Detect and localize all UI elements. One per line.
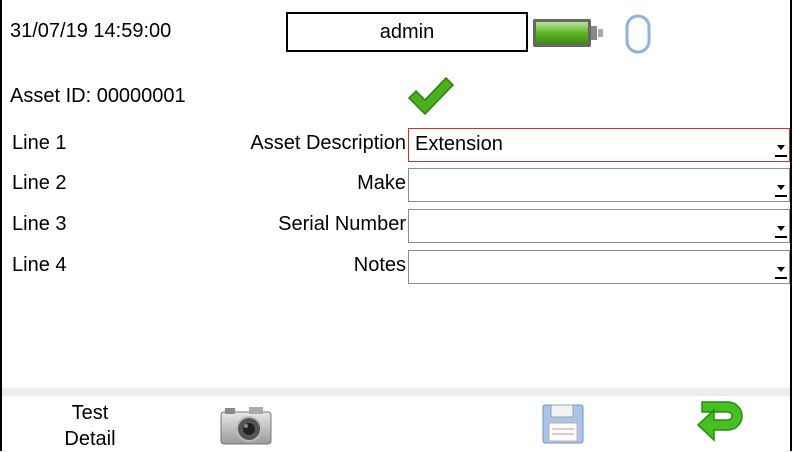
dropdown-arrow-icon[interactable] xyxy=(775,217,787,239)
field-label: Notes xyxy=(353,254,406,276)
dropdown-arrow-icon[interactable] xyxy=(775,176,787,198)
notes-dropdown[interactable] xyxy=(408,250,790,284)
make-dropdown[interactable] xyxy=(408,168,790,202)
user-label: admin xyxy=(379,20,435,43)
line-label: Line 4 xyxy=(12,254,67,276)
line-label: Line 1 xyxy=(12,132,67,154)
dropdown-arrow-icon[interactable] xyxy=(775,136,787,158)
dropdown-value: Extension xyxy=(415,133,503,155)
battery-icon xyxy=(532,17,604,54)
datetime-display: 31/07/19 14:59:00 xyxy=(10,20,172,42)
line-label: Line 2 xyxy=(12,172,67,194)
checkmark-icon xyxy=(406,74,456,123)
serial-number-dropdown[interactable] xyxy=(408,209,790,243)
line-row-3: Line 3 Serial Number xyxy=(0,209,794,245)
asset-description-dropdown[interactable]: Extension xyxy=(408,128,790,162)
camera-icon[interactable] xyxy=(219,404,273,451)
line-row-4: Line 4 Notes xyxy=(0,250,794,286)
field-label: Make xyxy=(357,172,406,194)
save-icon[interactable] xyxy=(541,403,585,450)
test-detail-button[interactable]: Test Detail xyxy=(40,400,140,452)
link-icon xyxy=(623,14,653,59)
asset-id-label: Asset ID: 00000001 xyxy=(10,85,186,107)
field-label: Asset Description xyxy=(250,132,406,154)
line-row-2: Line 2 Make xyxy=(0,168,794,204)
back-arrow-icon[interactable] xyxy=(696,400,746,451)
line-label: Line 3 xyxy=(12,213,67,235)
test-detail-label-line2: Detail xyxy=(64,428,116,450)
user-field[interactable]: admin xyxy=(286,12,528,52)
test-detail-label-line1: Test xyxy=(71,402,109,424)
toolbar-separator xyxy=(2,388,790,396)
field-label: Serial Number xyxy=(278,213,406,235)
line-row-1: Line 1 Asset Description Extension xyxy=(0,128,794,164)
dropdown-arrow-icon[interactable] xyxy=(775,258,787,280)
